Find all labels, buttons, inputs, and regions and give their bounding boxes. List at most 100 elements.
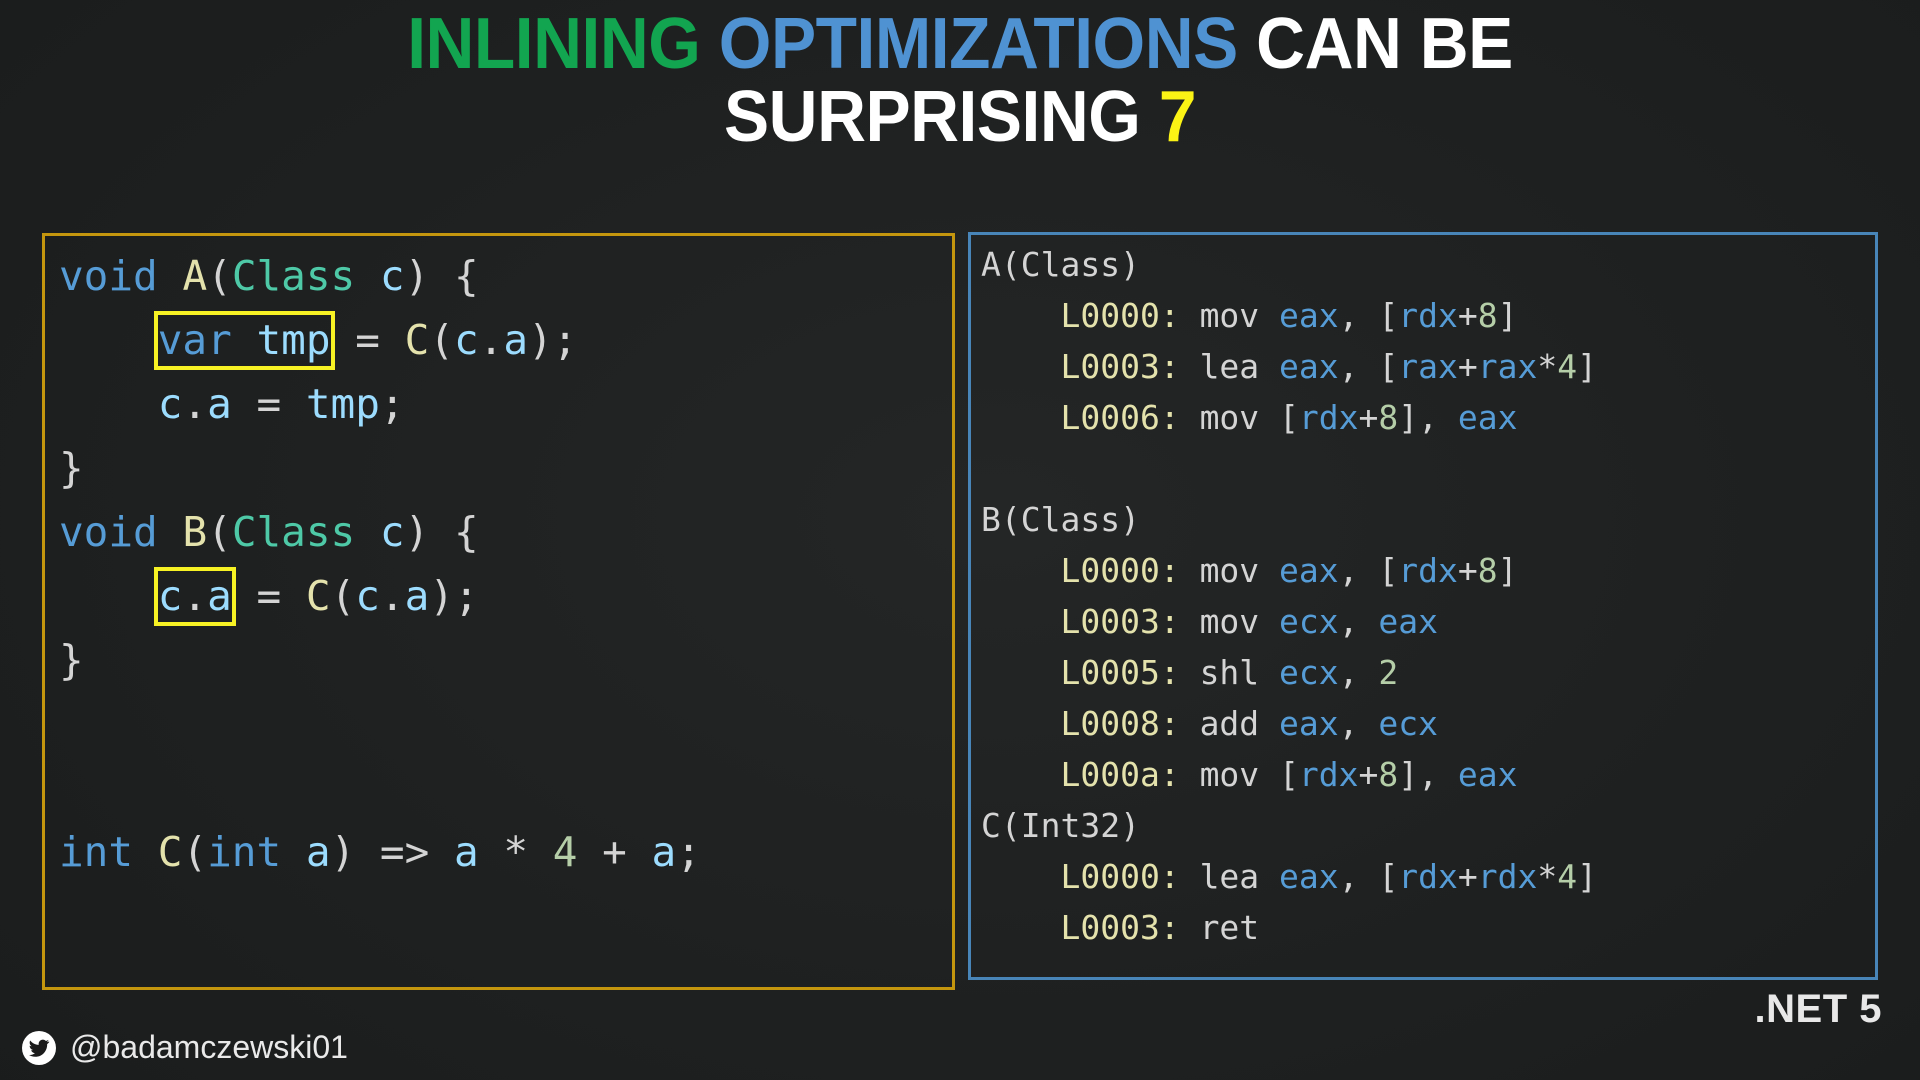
title-word-inlining: INLINING — [407, 4, 701, 84]
code-token: void — [59, 252, 158, 300]
code-token: ], — [1398, 755, 1458, 794]
csharp-code-listing: void A(Class c) { var tmp = C(c.a); c.a … — [59, 244, 948, 983]
code-token: mov [ — [1199, 398, 1299, 437]
code-line: c.a = tmp; — [59, 372, 948, 436]
code-token: ( — [429, 316, 454, 364]
code-token: 8 — [1477, 551, 1498, 590]
code-token: eax — [1378, 602, 1439, 641]
code-token: ecx — [1378, 704, 1439, 743]
assembly-code-listing: A(Class) L0000: mov eax, [rdx+8] L0003: … — [981, 239, 1873, 975]
assembly-line: L0003: ret — [981, 902, 1873, 953]
code-token: ; — [379, 380, 405, 428]
code-token: * — [1537, 857, 1558, 896]
code-token: eax — [1457, 755, 1518, 794]
code-token: ) { — [404, 252, 479, 300]
highlight-box: var tmp — [153, 311, 335, 370]
code-token: c — [355, 572, 380, 620]
code-token: eax — [1279, 296, 1339, 335]
code-token: L0003: — [1060, 347, 1200, 386]
code-token: , — [1338, 704, 1379, 743]
code-token: a — [651, 828, 677, 876]
assembly-line: L0000: mov eax, [rdx+8] — [981, 290, 1873, 341]
code-token: L0006: — [1060, 398, 1200, 437]
assembly-line: L0005: shl ecx, 2 — [981, 647, 1873, 698]
code-token: * — [1537, 347, 1558, 386]
code-token: eax — [1279, 551, 1339, 590]
code-token: rdx — [1398, 551, 1458, 590]
code-token: Class — [231, 252, 356, 300]
code-token: mov [ — [1199, 755, 1299, 794]
code-token: lea — [1199, 347, 1280, 386]
code-token: , [ — [1338, 551, 1399, 590]
assembly-line: L0008: add eax, ecx — [981, 698, 1873, 749]
code-token: , [ — [1338, 857, 1399, 896]
title-space-3 — [1140, 77, 1158, 157]
code-line: c.a = C(c.a); — [59, 564, 948, 628]
code-token: + — [1457, 551, 1478, 590]
code-line: } — [59, 436, 948, 500]
code-token: . — [182, 380, 208, 428]
code-token: ] — [1497, 296, 1518, 335]
code-token: mov — [1199, 551, 1280, 590]
code-token: . — [182, 572, 208, 620]
code-token: 8 — [1378, 398, 1399, 437]
title-word-number: 7 — [1158, 77, 1197, 158]
code-token: void — [59, 508, 158, 556]
code-token: eax — [1279, 347, 1339, 386]
code-token: 8 — [1477, 296, 1498, 335]
code-token: + — [1457, 347, 1478, 386]
code-token: c — [379, 508, 405, 556]
code-token: B(Class) — [981, 500, 1140, 539]
code-token: ecx — [1279, 653, 1339, 692]
assembly-line: B(Class) — [981, 494, 1873, 545]
code-token: ); — [528, 316, 578, 364]
code-token: } — [59, 636, 84, 684]
code-token: + — [1358, 755, 1379, 794]
code-token: a — [404, 572, 430, 620]
title-word-canbe: CAN BE — [1256, 4, 1513, 84]
code-token: c — [379, 252, 405, 300]
code-token: a — [207, 572, 232, 620]
assembly-line: L0006: mov [rdx+8], eax — [981, 392, 1873, 443]
code-token: * — [503, 828, 529, 876]
code-token: => — [355, 828, 454, 876]
code-line: void A(Class c) { — [59, 244, 948, 308]
code-line: var tmp = C(c.a); — [59, 308, 948, 372]
assembly-output-panel: A(Class) L0000: mov eax, [rdx+8] L0003: … — [968, 232, 1878, 980]
code-token: L0003: — [1060, 908, 1200, 947]
code-token: , — [1338, 602, 1379, 641]
title-word-surprising: SURPRISING — [723, 77, 1141, 158]
code-token: ( — [182, 828, 208, 876]
code-token: a — [207, 380, 232, 428]
twitter-handle-label: @badamczewski01 — [70, 1029, 348, 1065]
code-token: c — [157, 380, 183, 428]
assembly-line — [981, 443, 1873, 494]
assembly-line: L0003: lea eax, [rax+rax*4] — [981, 341, 1873, 392]
code-token: 4 — [552, 828, 578, 876]
page-title: INLINING OPTIMIZATIONS CAN BE SURPRISING… — [0, 7, 1920, 158]
code-token: rax — [1398, 347, 1458, 386]
code-token: ] — [1577, 347, 1597, 386]
assembly-line: L0003: mov ecx, eax — [981, 596, 1873, 647]
code-token: ret — [1199, 908, 1260, 947]
twitter-bird-icon — [22, 1030, 56, 1065]
code-token: L0000: — [1060, 857, 1200, 896]
code-token: shl — [1199, 653, 1280, 692]
code-line: } — [59, 628, 948, 692]
title-word-optimizations: OPTIMIZATIONS — [718, 4, 1238, 84]
code-line: void B(Class c) { — [59, 500, 948, 564]
code-token: L000a: — [1060, 755, 1200, 794]
code-token: C — [157, 828, 183, 876]
code-token: mov — [1199, 602, 1280, 641]
